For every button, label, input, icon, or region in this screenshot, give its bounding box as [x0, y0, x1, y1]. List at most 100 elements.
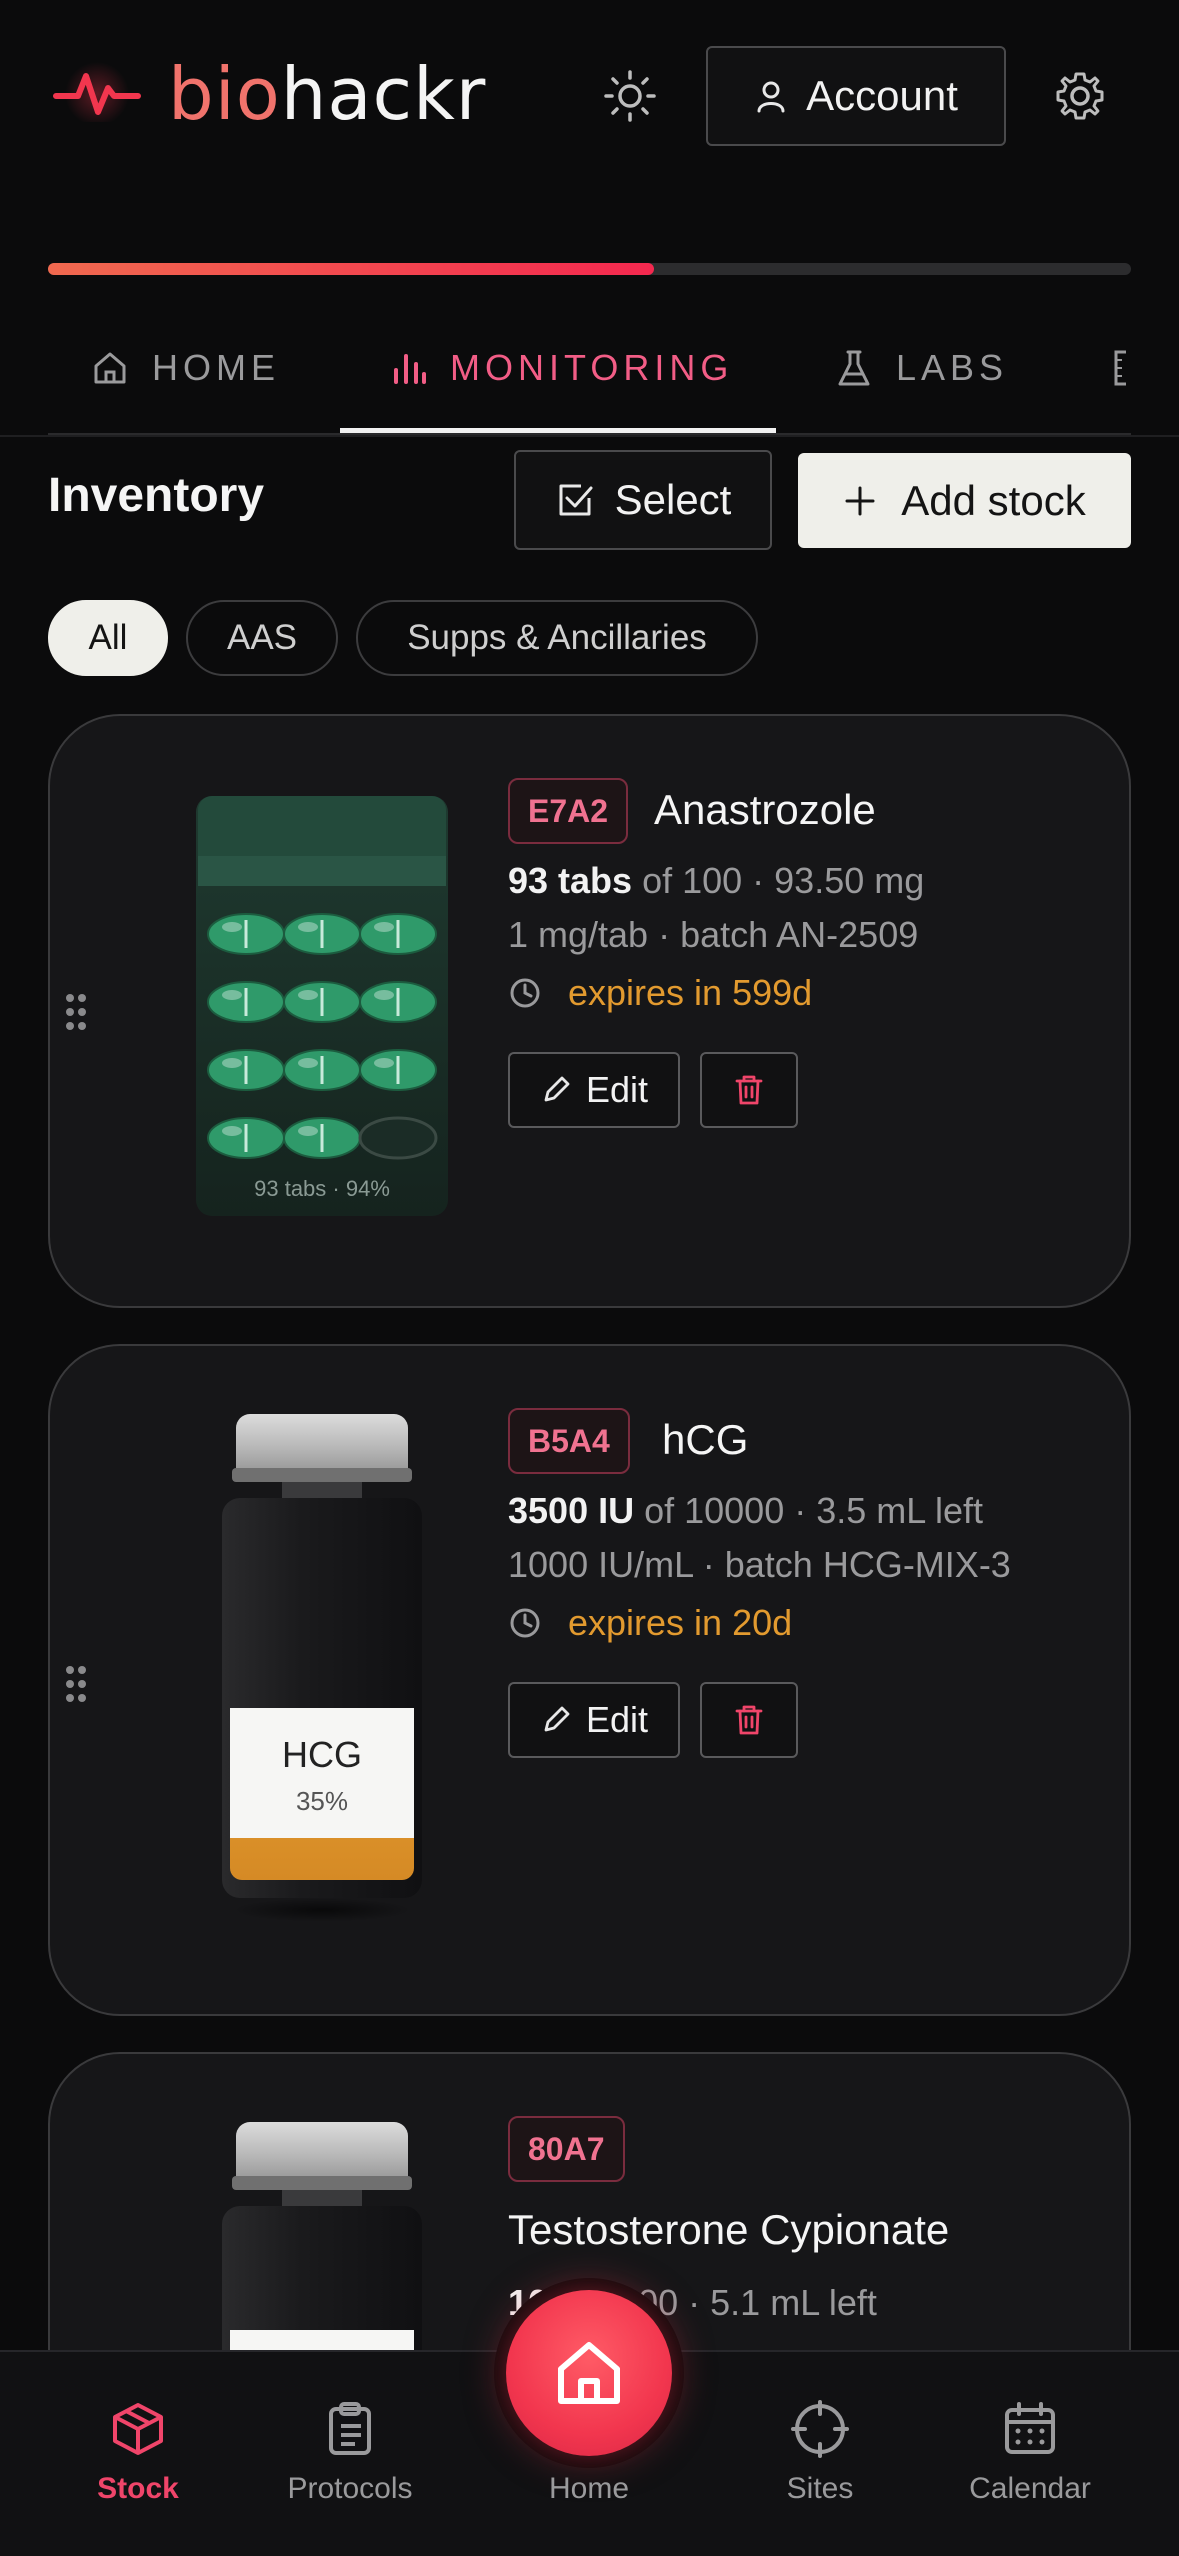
plus-icon	[845, 486, 875, 515]
item-code-badge: 80A7	[508, 2116, 625, 2182]
edit-label: Edit	[585, 1699, 649, 1740]
tab-monitoring-label: MONITORING	[450, 346, 734, 388]
pill-highlight	[298, 1126, 318, 1136]
nav-stock[interactable]: Stock	[38, 2400, 238, 2506]
item-expiry: expires in 20d	[508, 1602, 792, 1644]
progress-bar	[48, 263, 1131, 275]
pill-highlight	[222, 990, 242, 1000]
bar-chart-icon	[394, 353, 426, 384]
select-label: Select	[614, 476, 732, 523]
pill-highlight	[222, 1058, 242, 1068]
theme-toggle-sun-icon[interactable]	[600, 66, 660, 126]
trash-icon	[735, 1705, 763, 1735]
select-button[interactable]: Select	[514, 450, 772, 550]
nav-protocols[interactable]: Protocols	[250, 2400, 450, 2506]
blister-pack-visual: 93 tabs · 94%	[196, 796, 448, 1216]
brand-logo-text: biohackr	[168, 52, 486, 136]
vial-visual: HCG 35%	[222, 1414, 422, 1934]
item-detail: 1000 IU/mL · batch HCG-MIX-3	[508, 1544, 1011, 1585]
add-stock-button[interactable]: Add stock	[798, 453, 1131, 548]
home-fab-button[interactable]	[494, 2278, 684, 2468]
tab-monitoring[interactable]: MONITORING	[388, 300, 733, 435]
checkbox-icon	[559, 484, 593, 516]
flask-icon	[838, 350, 870, 385]
drag-handle-icon[interactable]	[64, 992, 88, 1032]
drag-handle-icon[interactable]	[64, 1664, 88, 1704]
edit-button[interactable]: Edit	[508, 1052, 680, 1128]
item-amount-rest: of 100 · 93.50 mg	[632, 860, 925, 901]
item-code-badge: E7A2	[508, 778, 629, 844]
box-icon	[113, 2403, 163, 2455]
pill-highlight	[374, 922, 394, 932]
clipboard-icon	[329, 2402, 371, 2455]
vial-cap-rim	[232, 1468, 412, 1482]
edit-button[interactable]: Edit	[508, 1682, 680, 1758]
section-tabs: HOME MONITORING LABS	[48, 300, 1131, 435]
brand-bio: bio	[168, 52, 281, 136]
nav-calendar[interactable]: Calendar	[930, 2400, 1130, 2506]
clock-icon	[510, 978, 540, 1008]
pulse-logo-icon	[53, 62, 141, 122]
vial-cap-rim	[232, 2176, 412, 2190]
item-detail: 1 mg/tab · batch AN-2509	[508, 914, 919, 955]
item-expiry: expires in 599d	[508, 972, 812, 1014]
divider	[0, 435, 1179, 437]
pill-highlight	[298, 1058, 318, 1068]
vial-label: HCG 35%	[230, 1708, 414, 1838]
vial-label-name: HCG	[282, 1734, 362, 1775]
blister-top-band-lower	[198, 856, 446, 886]
home-icon	[558, 2342, 620, 2404]
blister-pills	[207, 913, 438, 1160]
nav-protocols-label: Protocols	[287, 2472, 413, 2505]
tab-labs[interactable]: LABS	[834, 300, 1008, 435]
page-title: Inventory	[48, 469, 265, 522]
pencil-icon	[544, 1076, 570, 1102]
tab-home[interactable]: HOME	[90, 300, 280, 435]
nav-sites-label: Sites	[786, 2472, 854, 2505]
crosshair-icon	[791, 2400, 849, 2458]
filter-chip-all[interactable]: All	[48, 600, 168, 676]
vial-body: HCG 35%	[222, 1498, 422, 1898]
brand-hackr: hackr	[280, 52, 487, 136]
settings-gear-icon[interactable]	[1050, 66, 1110, 126]
bracket-icon	[1114, 350, 1126, 385]
account-label: Account	[806, 72, 958, 119]
filter-chip-supps[interactable]: Supps & Ancillaries	[356, 600, 758, 676]
tab-home-label: HOME	[152, 346, 280, 388]
trash-icon	[735, 1075, 763, 1105]
pill-highlight	[374, 990, 394, 1000]
item-amount: 93 tabs	[508, 860, 633, 901]
vial-label-percent: 35%	[295, 1786, 349, 1816]
pill-highlight	[222, 922, 242, 932]
delete-button[interactable]	[700, 1682, 798, 1758]
tab-overflow[interactable]	[1108, 300, 1130, 435]
stock-card[interactable]: 93 tabs · 94% E7A2 Anastrozole 93 tabs o…	[48, 714, 1131, 1308]
blister-empty-slot	[358, 1116, 438, 1160]
pill-highlight	[374, 1058, 394, 1068]
app-header: biohackr Account	[0, 0, 1179, 275]
item-amount-line: 93 tabs of 100 · 93.50 mg	[508, 860, 924, 902]
home-icon	[94, 352, 126, 383]
pencil-icon	[544, 1706, 570, 1732]
item-code-badge: B5A4	[508, 1408, 630, 1474]
tab-labs-label: LABS	[896, 346, 1009, 388]
item-name: Anastrozole	[654, 786, 876, 833]
nav-stock-label: Stock	[97, 2472, 179, 2505]
item-expiry-text: expires in 20d	[568, 1602, 793, 1643]
filter-chip-aas[interactable]: AAS	[186, 600, 338, 676]
user-icon	[757, 81, 785, 113]
delete-button[interactable]	[700, 1052, 798, 1128]
add-stock-label: Add stock	[901, 476, 1086, 524]
active-tab-indicator	[340, 428, 776, 433]
item-amount: 3500 IU	[508, 1490, 635, 1531]
nav-home-label: Home	[548, 2472, 630, 2505]
item-amount-line: 3500 IU of 10000 · 3.5 mL left	[508, 1490, 983, 1532]
progress-fill	[48, 263, 655, 275]
home-fab-inner	[506, 2290, 672, 2456]
nav-sites[interactable]: Sites	[720, 2400, 920, 2506]
edit-label: Edit	[585, 1069, 649, 1110]
stock-card[interactable]: HCG 35% B5A4 hCG 3500 IU of 10000 · 3.5 …	[48, 1344, 1131, 2016]
pill-highlight	[222, 1126, 242, 1136]
account-button[interactable]: Account	[706, 46, 1006, 146]
clock-icon	[510, 1608, 540, 1638]
